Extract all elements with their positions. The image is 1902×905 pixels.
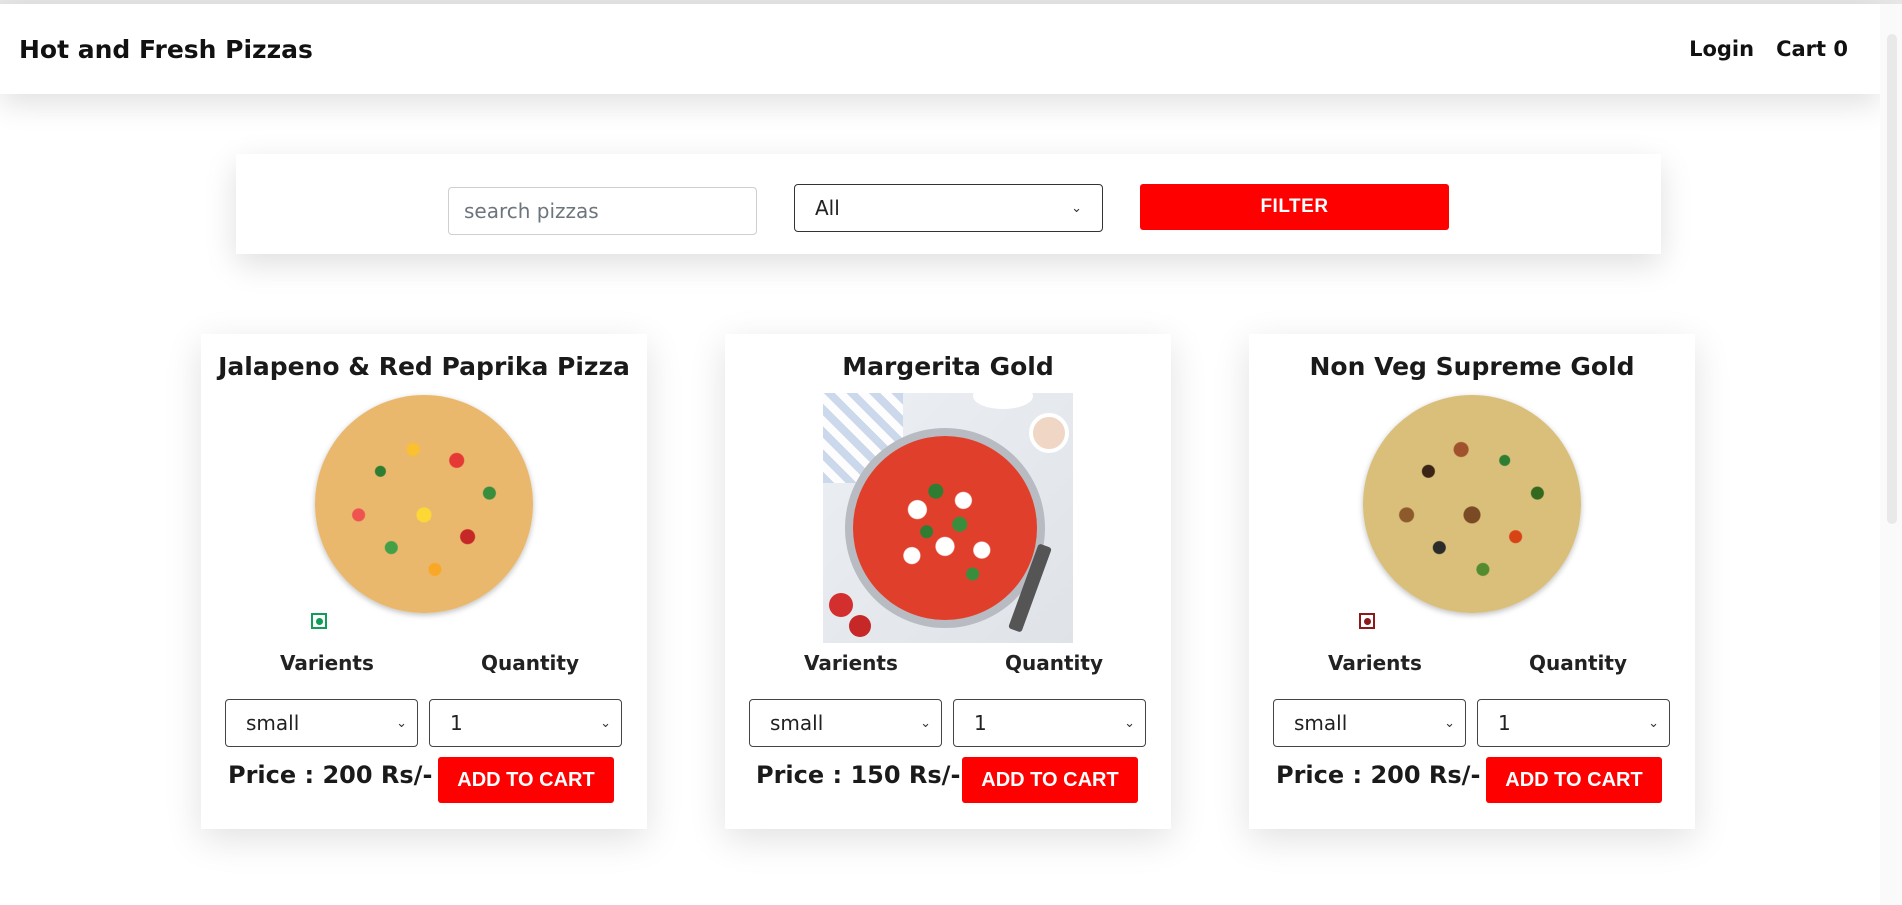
varient-select-value: small <box>246 711 300 735</box>
pizza-name: Margerita Gold <box>842 352 1054 381</box>
varient-select[interactable]: small ⌄ <box>749 699 942 747</box>
quantity-select[interactable]: 1 ⌄ <box>429 699 622 747</box>
pizza-veg-icon <box>315 395 533 613</box>
chevron-down-icon: ⌄ <box>1071 200 1082 216</box>
quantity-label: Quantity <box>1529 651 1627 675</box>
quantity-select[interactable]: 1 ⌄ <box>1477 699 1670 747</box>
chevron-down-icon: ⌄ <box>1444 715 1455 731</box>
pizza-image[interactable] <box>823 393 1073 643</box>
search-input[interactable] <box>448 187 757 235</box>
pizza-image[interactable] <box>314 394 534 614</box>
varients-label: Varients <box>1328 651 1422 675</box>
pizza-nonveg-icon <box>1363 395 1581 613</box>
varient-select[interactable]: small ⌄ <box>225 699 418 747</box>
nav-links: Login Cart 0 <box>1689 37 1848 61</box>
cart-link[interactable]: Cart 0 <box>1776 37 1848 61</box>
scrollbar-thumb[interactable] <box>1887 34 1897 524</box>
quantity-select[interactable]: 1 ⌄ <box>953 699 1146 747</box>
pizza-card: Margerita Gold Varients Quantity small ⌄… <box>725 334 1171 829</box>
nonveg-mark-icon <box>1359 613 1375 629</box>
pizza-photo-icon <box>823 393 1073 643</box>
varient-select[interactable]: small ⌄ <box>1273 699 1466 747</box>
pizza-image[interactable] <box>1362 394 1582 614</box>
quantity-label: Quantity <box>1005 651 1103 675</box>
varient-select-value: small <box>1294 711 1348 735</box>
varients-label: Varients <box>280 651 374 675</box>
page-scrollbar[interactable] <box>1880 4 1902 905</box>
brand-title[interactable]: Hot and Fresh Pizzas <box>19 35 313 64</box>
login-link[interactable]: Login <box>1689 37 1754 61</box>
pizza-name: Jalapeno & Red Paprika Pizza <box>218 352 630 381</box>
navbar: Hot and Fresh Pizzas Login Cart 0 <box>0 4 1880 94</box>
varients-label: Varients <box>804 651 898 675</box>
veg-mark-icon <box>311 613 327 629</box>
pizza-card: Non Veg Supreme Gold Varients Quantity s… <box>1249 334 1695 829</box>
quantity-select-value: 1 <box>1498 711 1511 735</box>
price-text: Price : 200 Rs/- <box>1276 761 1481 789</box>
pizza-name: Non Veg Supreme Gold <box>1309 352 1635 381</box>
quantity-label: Quantity <box>481 651 579 675</box>
filter-button[interactable]: FILTER <box>1140 184 1449 230</box>
nonveg-dot-icon <box>1363 617 1371 625</box>
varient-select-value: small <box>770 711 824 735</box>
chevron-down-icon: ⌄ <box>396 715 407 731</box>
price-text: Price : 200 Rs/- <box>228 761 433 789</box>
add-to-cart-button[interactable]: ADD TO CART <box>962 757 1138 803</box>
chevron-down-icon: ⌄ <box>920 715 931 731</box>
category-select[interactable]: All ⌄ <box>794 184 1103 232</box>
chevron-down-icon: ⌄ <box>600 715 611 731</box>
add-to-cart-button[interactable]: ADD TO CART <box>1486 757 1662 803</box>
filter-bar: All ⌄ FILTER <box>236 154 1661 254</box>
chevron-down-icon: ⌄ <box>1648 715 1659 731</box>
add-to-cart-button[interactable]: ADD TO CART <box>438 757 614 803</box>
quantity-select-value: 1 <box>450 711 463 735</box>
quantity-select-value: 1 <box>974 711 987 735</box>
chevron-down-icon: ⌄ <box>1124 715 1135 731</box>
category-select-value: All <box>815 196 840 220</box>
price-text: Price : 150 Rs/- <box>756 761 961 789</box>
veg-dot-icon <box>315 617 323 625</box>
pizza-card: Jalapeno & Red Paprika Pizza Varients Qu… <box>201 334 647 829</box>
